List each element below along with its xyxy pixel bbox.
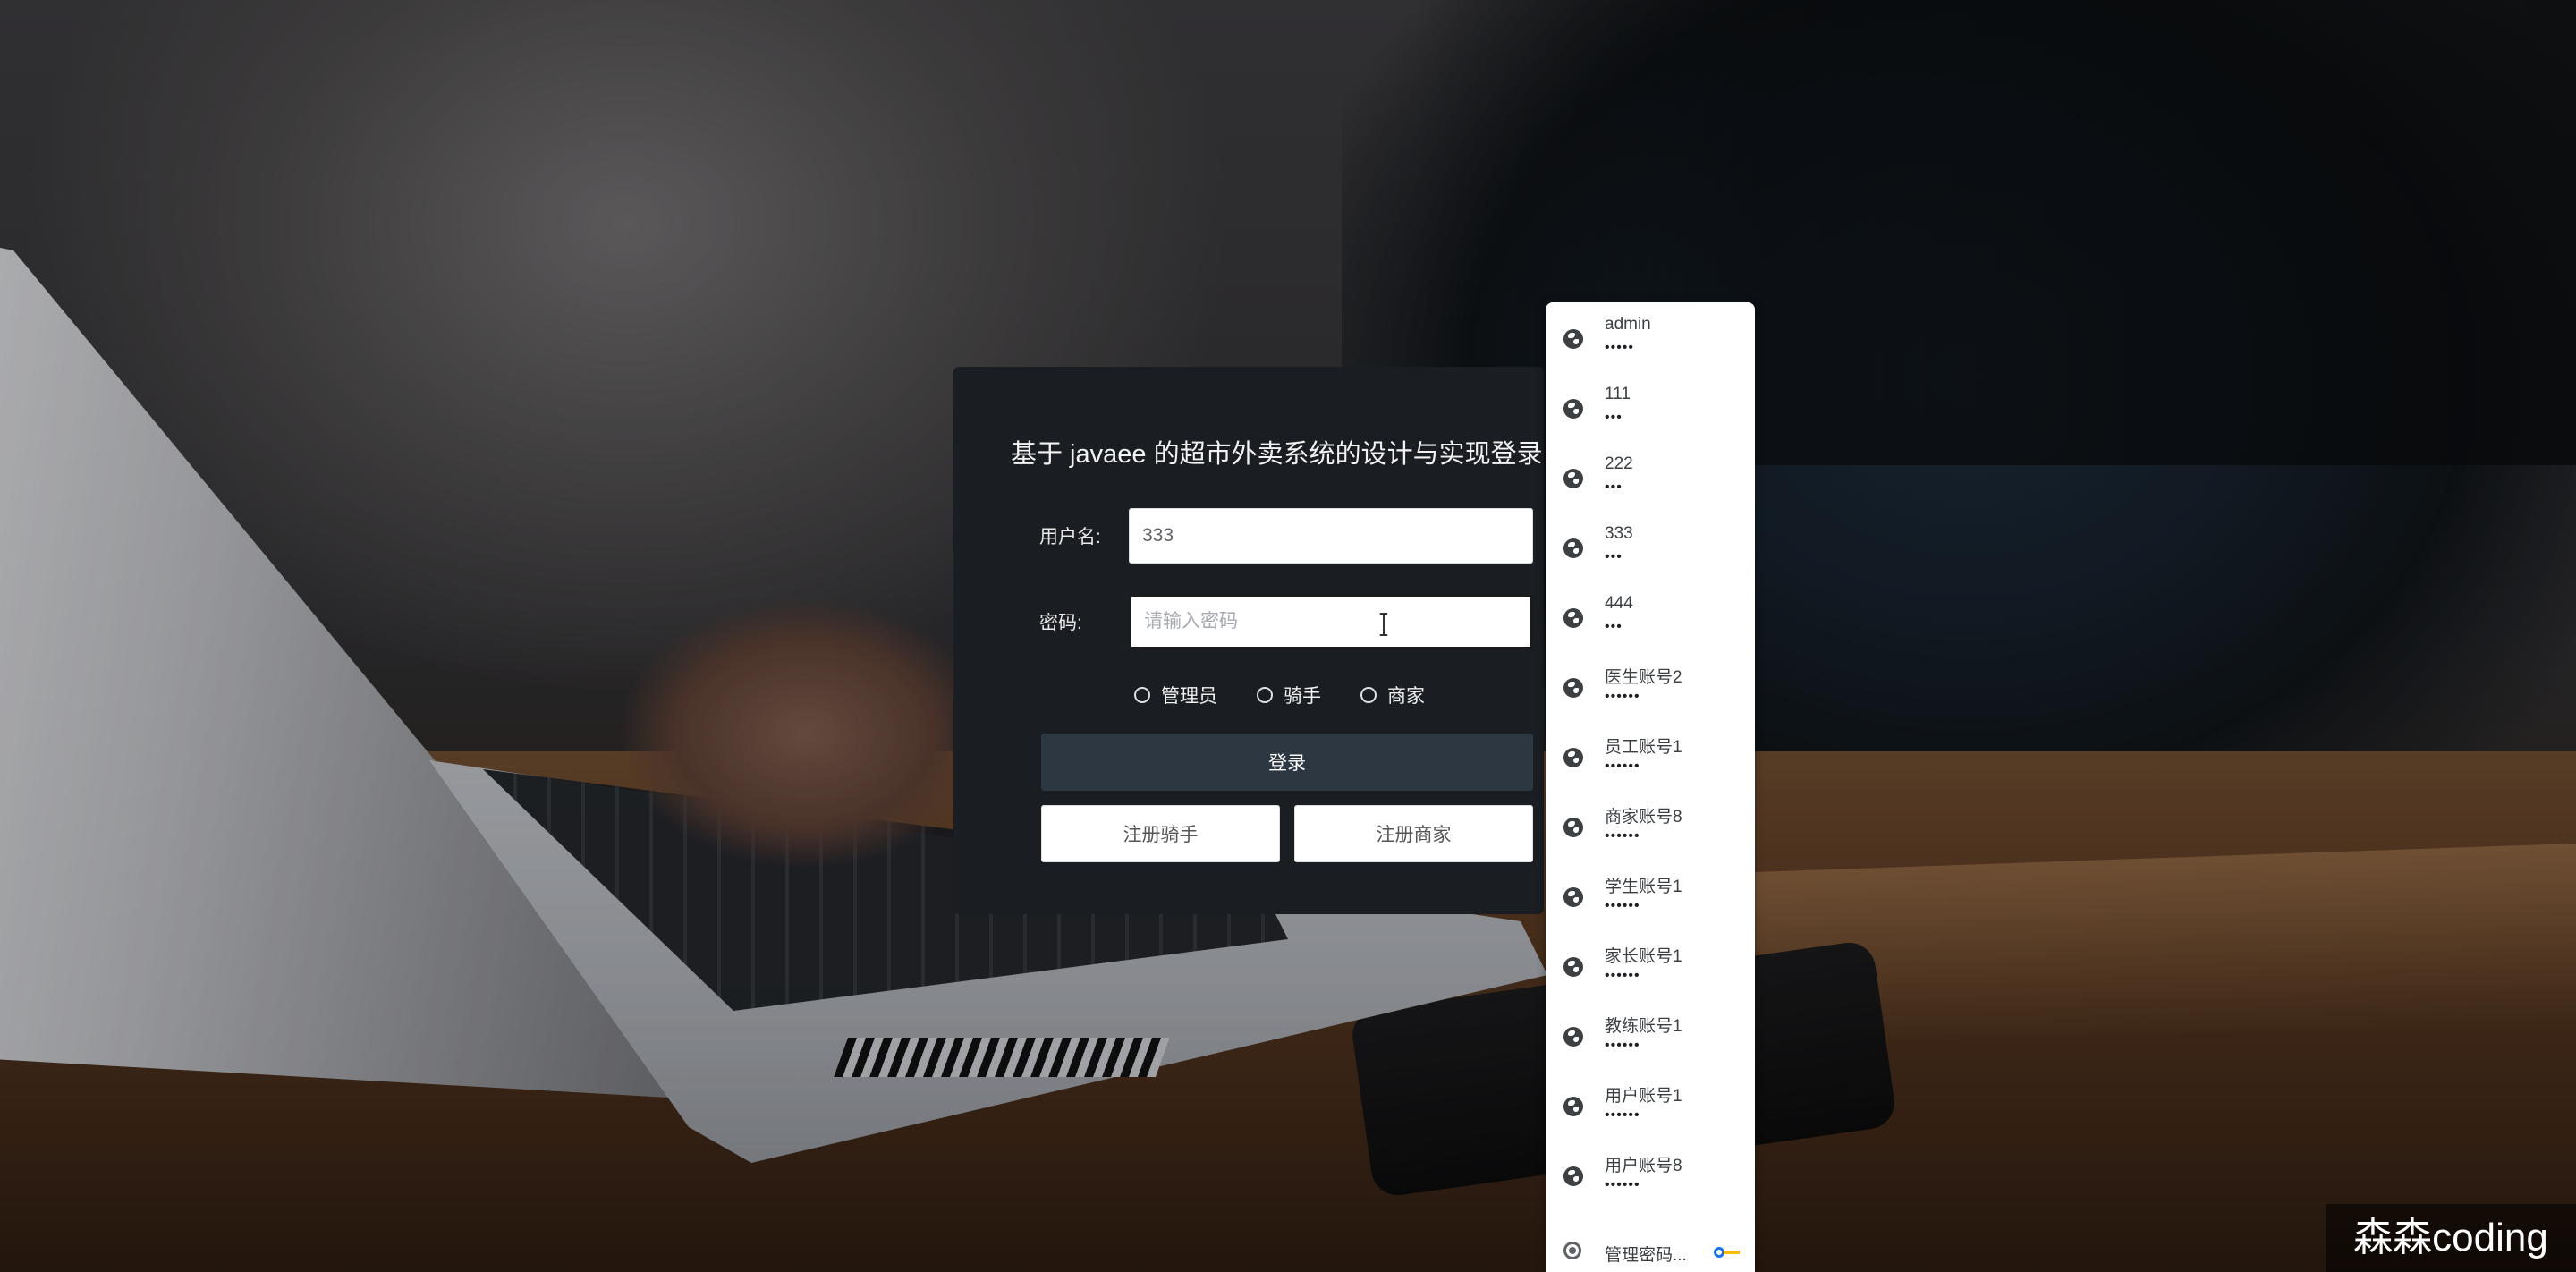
autofill-username: 用户账号8	[1605, 1157, 1682, 1175]
login-title: 基于 javaee 的超市外卖系统的设计与实现登录	[1011, 440, 1543, 469]
role-radio-merchant[interactable]: 商家	[1360, 682, 1425, 708]
password-input[interactable]	[1129, 594, 1533, 649]
manage-passwords-label: 管理密码...	[1605, 1246, 1687, 1265]
autofill-item[interactable]: 111 •••	[1546, 372, 1755, 442]
role-radio-rider[interactable]: 骑手	[1257, 682, 1321, 708]
login-panel: 基于 javaee 的超市外卖系统的设计与实现登录 用户名: 密码: 管理员 骑…	[953, 367, 1544, 914]
globe-icon	[1563, 469, 1583, 488]
role-label: 商家	[1387, 686, 1425, 707]
autofill-item[interactable]: 学生账号1 ••••••	[1546, 861, 1755, 930]
globe-icon	[1563, 887, 1583, 907]
role-label: 管理员	[1161, 686, 1217, 707]
autofill-item[interactable]: 商家账号8 ••••••	[1546, 791, 1755, 861]
role-radio-group: 管理员 骑手 商家	[1134, 682, 1425, 708]
radio-circle-icon	[1257, 687, 1273, 703]
autofill-item[interactable]: 用户账号1 ••••••	[1546, 1070, 1755, 1140]
autofill-username: 教练账号1	[1605, 1017, 1682, 1036]
autofill-password-mask: ••••••	[1605, 1107, 1640, 1123]
text-cursor-icon	[1377, 613, 1390, 636]
autofill-item[interactable]: 医生账号2 ••••••	[1546, 651, 1755, 721]
autofill-username: 家长账号1	[1605, 947, 1682, 966]
radio-circle-icon	[1360, 687, 1377, 703]
register-rider-button[interactable]: 注册骑手	[1041, 805, 1280, 862]
autofill-password-mask: ••••••	[1605, 759, 1640, 774]
globe-icon	[1563, 957, 1583, 977]
autofill-username: 222	[1605, 454, 1633, 473]
autofill-username: 商家账号8	[1605, 808, 1682, 827]
globe-icon	[1563, 538, 1583, 558]
password-autofill-dropdown: admin ••••• 111 ••• 222 ••• 333 ••• 444 …	[1546, 302, 1755, 1272]
autofill-item[interactable]: 333 •••	[1546, 512, 1755, 581]
username-label: 用户名:	[1039, 527, 1101, 547]
autofill-item[interactable]: 教练账号1 ••••••	[1546, 1000, 1755, 1070]
autofill-item[interactable]: 家长账号1 ••••••	[1546, 930, 1755, 1000]
autofill-password-mask: ••••••	[1605, 898, 1640, 913]
autofill-password-mask: •••	[1605, 619, 1623, 634]
chrome-icon	[1563, 1242, 1581, 1259]
globe-icon	[1563, 1166, 1583, 1186]
globe-icon	[1563, 1097, 1583, 1116]
register-merchant-button[interactable]: 注册商家	[1294, 805, 1533, 862]
autofill-item[interactable]: 222 •••	[1546, 442, 1755, 512]
autofill-item[interactable]: 员工账号1 ••••••	[1546, 721, 1755, 791]
autofill-username: 444	[1605, 594, 1633, 613]
autofill-username: 用户账号1	[1605, 1087, 1682, 1106]
autofill-username: 333	[1605, 524, 1633, 543]
autofill-password-mask: •••	[1605, 479, 1623, 495]
autofill-password-mask: ••••••	[1605, 1038, 1640, 1053]
globe-icon	[1563, 329, 1583, 349]
autofill-username: 员工账号1	[1605, 738, 1682, 757]
autofill-item[interactable]: admin •••••	[1546, 302, 1755, 372]
globe-icon	[1563, 748, 1583, 767]
password-label: 密码:	[1039, 613, 1082, 633]
globe-icon	[1563, 608, 1583, 628]
username-input[interactable]	[1129, 508, 1533, 564]
autofill-item[interactable]: 444 •••	[1546, 581, 1755, 651]
role-label: 骑手	[1284, 686, 1321, 707]
radio-circle-icon	[1134, 687, 1150, 703]
login-button[interactable]: 登录	[1041, 734, 1533, 791]
role-radio-admin[interactable]: 管理员	[1134, 682, 1217, 708]
autofill-password-mask: ••••••	[1605, 828, 1640, 844]
autofill-password-mask: ••••••	[1605, 968, 1640, 983]
autofill-username: 111	[1605, 385, 1631, 403]
watermark: 森森coding	[2326, 1204, 2576, 1272]
globe-icon	[1563, 818, 1583, 837]
manage-passwords-item[interactable]: 管理密码...	[1546, 1233, 1755, 1272]
autofill-password-mask: ••••••	[1605, 689, 1640, 704]
autofill-password-mask: ••••••	[1605, 1177, 1640, 1192]
key-icon	[1714, 1247, 1742, 1258]
autofill-username: 医生账号2	[1605, 668, 1682, 687]
globe-icon	[1563, 678, 1583, 698]
autofill-password-mask: •••	[1605, 549, 1623, 564]
globe-icon	[1563, 399, 1583, 419]
autofill-password-mask: •••••	[1605, 340, 1635, 355]
autofill-password-mask: •••	[1605, 410, 1623, 425]
globe-icon	[1563, 1027, 1583, 1047]
autofill-item[interactable]: 用户账号8 ••••••	[1546, 1140, 1755, 1209]
autofill-username: admin	[1605, 315, 1651, 334]
autofill-username: 学生账号1	[1605, 878, 1682, 896]
